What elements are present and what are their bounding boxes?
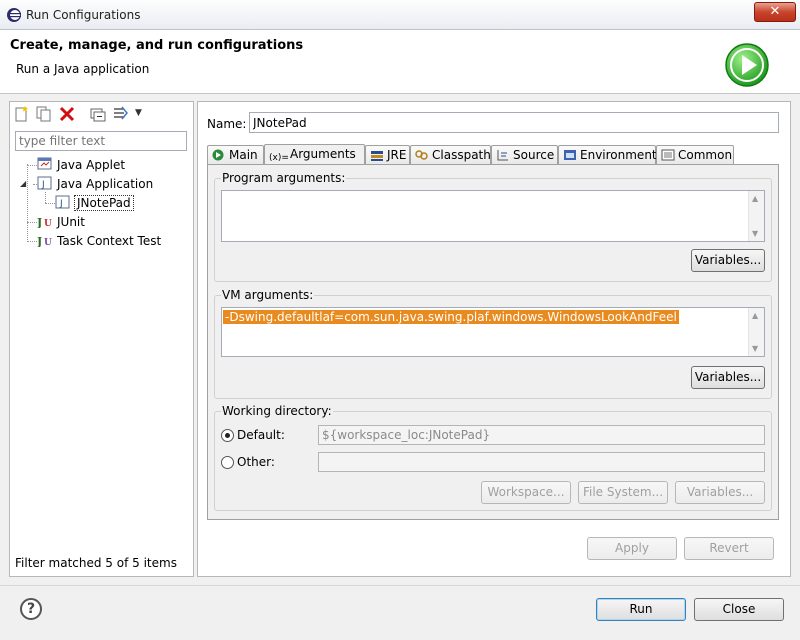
tab-common[interactable]: Common	[656, 145, 734, 165]
tree-line	[27, 164, 28, 242]
eclipse-icon	[7, 8, 21, 22]
svg-text:J: J	[37, 216, 42, 228]
working-directory-label: Working directory:	[221, 404, 333, 418]
run-button[interactable]: Run	[596, 598, 686, 621]
svg-text:J: J	[59, 199, 63, 209]
workspace-button[interactable]: Workspace...	[481, 481, 571, 504]
program-arguments-input[interactable]: ▲ ▼	[221, 190, 765, 242]
filter-input[interactable]	[15, 131, 187, 151]
scroll-up-icon[interactable]: ▲	[752, 194, 758, 203]
arguments-tab-icon: (x)=	[269, 153, 289, 163]
other-label: Other:	[237, 455, 275, 469]
dialog-header: Create, manage, and run configurations R…	[0, 30, 800, 94]
tree-item-label: JNotePad	[74, 195, 134, 211]
main-tab-icon	[212, 149, 224, 161]
java-application-icon: J	[37, 176, 52, 190]
tree-item-label: Java Application	[57, 177, 154, 191]
collapse-all-icon[interactable]	[89, 105, 107, 123]
tree-item-junit[interactable]: J U JUnit	[37, 213, 85, 231]
vm-arguments-text: -Dswing.defaultlaf=com.sun.java.swing.pl…	[223, 310, 679, 324]
svg-text:U: U	[44, 219, 52, 228]
help-icon[interactable]: ?	[20, 598, 42, 620]
tree-line	[27, 222, 37, 223]
other-directory-field[interactable]	[318, 452, 765, 472]
java-launch-icon: J	[55, 195, 70, 209]
file-system-button[interactable]: File System...	[578, 481, 668, 504]
scroll-down-icon[interactable]: ▼	[752, 229, 758, 238]
close-icon: ✕	[769, 4, 781, 19]
tab-classpath[interactable]: Classpath	[410, 145, 491, 165]
tree-line	[45, 192, 46, 203]
scroll-down-icon[interactable]: ▼	[752, 344, 758, 353]
apply-button[interactable]: Apply	[587, 537, 677, 560]
vm-arguments-label: VM arguments:	[221, 288, 315, 302]
scroll-up-icon[interactable]: ▲	[752, 311, 758, 320]
vm-arguments-scrollbar[interactable]: ▲ ▼	[748, 308, 764, 356]
svg-text:J: J	[41, 180, 45, 190]
tree-item-label: JUnit	[57, 215, 85, 229]
duplicate-icon[interactable]	[35, 105, 53, 123]
header-subtitle: Run a Java application	[16, 62, 150, 76]
task-context-icon: JU	[37, 235, 52, 247]
tab-label: Source	[513, 148, 555, 162]
filter-status: Filter matched 5 of 5 items	[15, 556, 177, 570]
filter-icon[interactable]	[112, 105, 130, 123]
classpath-tab-icon	[415, 150, 428, 160]
filter-menu-chevron-down-icon[interactable]: ▼	[135, 108, 142, 118]
delete-icon[interactable]	[58, 105, 76, 123]
tree-line	[27, 241, 37, 242]
close-button[interactable]: Close	[694, 598, 784, 621]
environment-tab-icon	[564, 150, 576, 160]
name-input[interactable]	[249, 112, 779, 133]
java-applet-icon	[37, 157, 52, 170]
vm-variables-button[interactable]: Variables...	[691, 366, 765, 389]
tab-arguments[interactable]: (x)=Arguments	[264, 144, 365, 165]
name-label: Name:	[207, 117, 247, 131]
tab-label: Environment	[580, 148, 657, 162]
tree-item-label: Java Applet	[57, 158, 126, 172]
expand-chevron-icon[interactable]: ◢	[20, 179, 26, 188]
tree-line	[27, 165, 37, 166]
tab-label: JRE	[387, 148, 407, 162]
default-label: Default:	[237, 428, 285, 442]
default-radio[interactable]	[221, 429, 234, 442]
tab-label: Main	[229, 148, 258, 162]
tree-item-java-applet[interactable]: Java Applet	[37, 156, 125, 174]
junit-icon: JU	[37, 216, 52, 228]
tab-environment[interactable]: Environment	[558, 145, 657, 165]
title-bar: Run Configurations ✕	[0, 0, 800, 30]
tree-item-jnotepad[interactable]: J JNotePad	[55, 194, 134, 212]
tree-line	[45, 203, 55, 204]
tab-jre[interactable]: JRE	[365, 145, 410, 165]
vm-arguments-input[interactable]: -Dswing.defaultlaf=com.sun.java.swing.pl…	[221, 307, 765, 357]
tree-item-task-context-test[interactable]: J U Task Context Test	[37, 232, 161, 250]
footer-divider	[0, 585, 800, 586]
tree-item-label: Task Context Test	[57, 234, 162, 248]
run-banner-icon	[725, 43, 769, 87]
svg-text:U: U	[44, 238, 52, 247]
other-radio[interactable]	[221, 456, 234, 469]
tab-main[interactable]: Main	[207, 145, 264, 165]
header-title: Create, manage, and run configurations	[10, 38, 304, 53]
program-arguments-label: Program arguments:	[221, 171, 347, 185]
tab-label: Classpath	[432, 148, 491, 162]
tree-item-java-application[interactable]: J Java Application	[37, 175, 153, 193]
revert-button[interactable]: Revert	[684, 537, 774, 560]
window-title: Run Configurations	[26, 8, 141, 22]
close-window-button[interactable]: ✕	[754, 2, 796, 22]
tab-label: Arguments	[290, 147, 356, 161]
program-arguments-scrollbar[interactable]: ▲ ▼	[748, 191, 764, 241]
program-variables-button[interactable]: Variables...	[691, 249, 765, 272]
svg-text:J: J	[37, 235, 42, 247]
source-tab-icon	[497, 150, 508, 161]
jre-tab-icon	[371, 151, 383, 161]
common-tab-icon	[661, 149, 675, 161]
working-dir-variables-button[interactable]: Variables...	[675, 481, 765, 504]
tab-source[interactable]: Source	[491, 145, 558, 165]
default-directory-field	[318, 425, 765, 445]
tab-label: Common	[678, 148, 733, 162]
new-configuration-icon[interactable]	[13, 105, 31, 123]
